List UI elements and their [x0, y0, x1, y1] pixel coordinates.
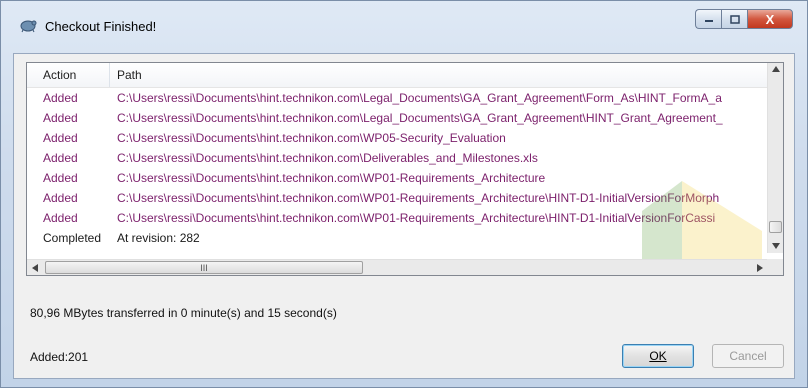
list-row[interactable]: Completed At revision: 282 — [27, 228, 769, 248]
row-action: Added — [43, 211, 78, 225]
list-row[interactable]: Added C:\Users\ressi\Documents\hint.tech… — [27, 108, 769, 128]
row-path: C:\Users\ressi\Documents\hint.technikon.… — [117, 171, 546, 185]
window-title: Checkout Finished! — [45, 19, 157, 34]
row-action: Added — [43, 111, 78, 125]
column-divider[interactable] — [109, 63, 110, 87]
close-button[interactable]: X — [747, 9, 793, 29]
tortoisesvn-icon — [20, 20, 37, 33]
ok-button[interactable]: OK — [622, 344, 694, 368]
row-path: C:\Users\ressi\Documents\hint.technikon.… — [117, 91, 722, 105]
added-count: Added:201 — [30, 350, 89, 364]
minimize-button[interactable] — [695, 9, 721, 29]
cancel-button[interactable]: Cancel — [712, 344, 784, 368]
list-row[interactable]: Added C:\Users\ressi\Documents\hint.tech… — [27, 188, 769, 208]
results-list[interactable]: Action Path Added C:\Users\ressi\Documen… — [26, 62, 784, 276]
list-row[interactable]: Added C:\Users\ressi\Documents\hint.tech… — [27, 128, 769, 148]
row-path: At revision: 282 — [117, 231, 200, 245]
ok-button-label: OK — [649, 349, 667, 363]
row-action: Added — [43, 171, 78, 185]
list-row[interactable]: Added C:\Users\ressi\Documents\hint.tech… — [27, 208, 769, 228]
row-action: Completed — [43, 231, 102, 245]
maximize-button[interactable] — [721, 9, 747, 29]
title-bar[interactable]: Checkout Finished! X — [1, 1, 807, 53]
row-path: C:\Users\ressi\Documents\hint.technikon.… — [117, 151, 538, 165]
window-frame: Checkout Finished! X Action Path Added C… — [0, 0, 808, 388]
horizontal-scroll-thumb[interactable]: III — [45, 261, 363, 274]
scroll-left-icon[interactable] — [32, 264, 38, 272]
minimize-icon — [704, 20, 713, 22]
scroll-right-icon[interactable] — [757, 264, 763, 272]
list-row[interactable]: Added C:\Users\ressi\Documents\hint.tech… — [27, 148, 769, 168]
scroll-up-icon[interactable] — [772, 66, 780, 72]
list-header: Action Path — [27, 63, 769, 88]
scroll-down-icon[interactable] — [772, 243, 780, 249]
row-action: Added — [43, 131, 78, 145]
scroll-thumb-grip: III — [200, 262, 208, 273]
row-action: Added — [43, 151, 78, 165]
row-path: C:\Users\ressi\Documents\hint.technikon.… — [117, 211, 716, 225]
maximize-icon — [729, 14, 740, 24]
dialog-client-area: Action Path Added C:\Users\ressi\Documen… — [13, 53, 795, 379]
list-row[interactable]: Added C:\Users\ressi\Documents\hint.tech… — [27, 88, 769, 108]
horizontal-scrollbar[interactable]: III — [27, 259, 769, 275]
vertical-scrollbar[interactable] — [767, 63, 783, 253]
row-path: C:\Users\ressi\Documents\hint.technikon.… — [117, 131, 506, 145]
column-header-path[interactable]: Path — [117, 68, 142, 82]
transfer-status: 80,96 MBytes transferred in 0 minute(s) … — [30, 306, 337, 320]
row-path: C:\Users\ressi\Documents\hint.technikon.… — [117, 111, 723, 125]
vertical-scroll-thumb[interactable] — [769, 221, 782, 233]
caption-buttons: X — [695, 9, 793, 31]
scrollbar-corner — [767, 259, 783, 275]
row-path: C:\Users\ressi\Documents\hint.technikon.… — [117, 191, 720, 205]
column-header-action[interactable]: Action — [43, 68, 76, 82]
row-action: Added — [43, 91, 78, 105]
list-row[interactable]: Added C:\Users\ressi\Documents\hint.tech… — [27, 168, 769, 188]
close-icon: X — [765, 11, 775, 27]
cancel-button-label: Cancel — [729, 349, 767, 363]
row-action: Added — [43, 191, 78, 205]
list-rows: Added C:\Users\ressi\Documents\hint.tech… — [27, 88, 769, 248]
